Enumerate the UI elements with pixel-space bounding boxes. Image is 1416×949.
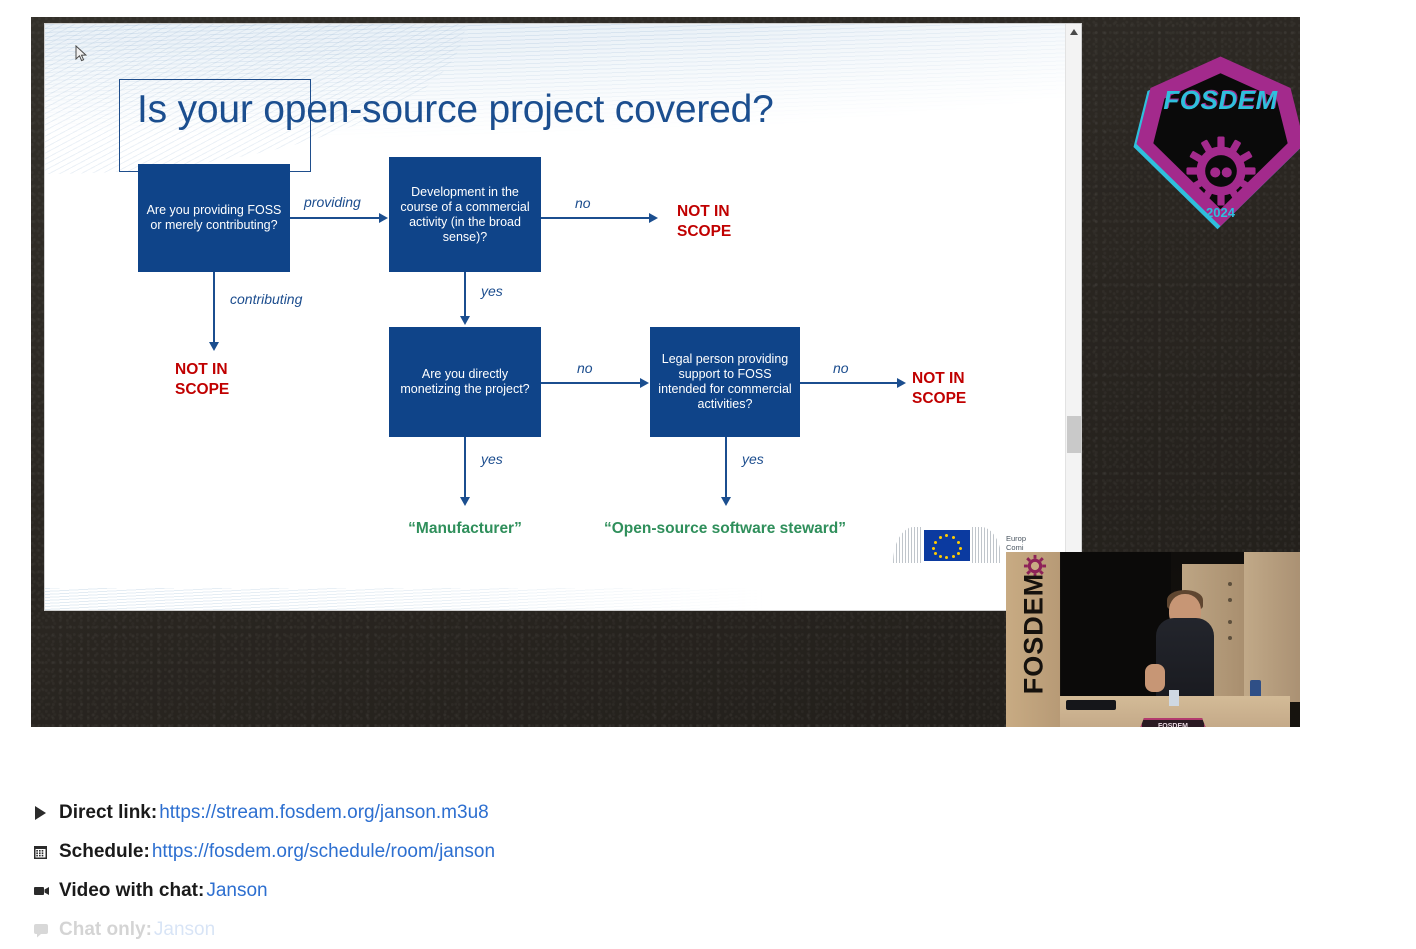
eu-logo-line-1: Europ <box>1006 534 1027 543</box>
edge-label-no-1: no <box>575 195 591 211</box>
slide-scrollbar[interactable] <box>1065 24 1081 610</box>
edge-label-no-2: no <box>577 360 593 376</box>
outcome-manufacturer: “Manufacturer” <box>408 520 522 537</box>
fosdem-badge-logo: FOSDEM 2024 <box>1133 53 1300 230</box>
outcome-not-in-scope-3: NOT IN SCOPE <box>912 369 1022 409</box>
outcome-not-in-scope-2: NOT IN SCOPE <box>677 202 787 242</box>
slide-title: Is your open-source project covered? <box>137 88 774 131</box>
arrow-contributing <box>213 272 215 345</box>
gear-icon <box>1185 135 1257 207</box>
link-separator-3: : <box>198 879 205 901</box>
eu-flag <box>924 530 970 561</box>
arrow-yes-3 <box>725 437 727 500</box>
eu-logo-fan-left <box>893 527 923 563</box>
slide-footer-decoration <box>45 588 765 610</box>
calendar-icon <box>33 844 59 860</box>
scrollbar-thumb[interactable] <box>1067 416 1081 453</box>
mouse-cursor <box>75 44 88 63</box>
arrow-yes-1-head <box>460 316 470 325</box>
arrow-no-2 <box>541 382 641 384</box>
eu-logo-text: Europ Comi <box>1006 534 1026 552</box>
link-label-chat-only: Chat only <box>59 918 146 940</box>
edge-label-contributing: contributing <box>230 291 303 307</box>
webcam-table-fosdem-logo: FOSDEM <box>1140 718 1206 727</box>
badge-fosdem-text: FOSDEM <box>1163 85 1278 115</box>
arrow-yes-3-head <box>721 497 731 506</box>
eu-logo-line-2: Comi <box>1006 543 1024 552</box>
link-separator-1: : <box>150 801 158 823</box>
flow-box-2-text: Development in the course of a commercia… <box>400 184 530 244</box>
link-url-schedule[interactable]: https://fosdem.org/schedule/room/janson <box>152 841 495 863</box>
webcam-cup <box>1169 690 1179 706</box>
outcome-steward: “Open-source software steward” <box>603 520 847 537</box>
outcome-not-in-scope-2-text: NOT IN SCOPE <box>677 203 732 240</box>
arrow-providing <box>290 217 380 219</box>
link-row-direct-link[interactable]: Direct link : https://stream.fosdem.org/… <box>33 793 1033 832</box>
slide-scroll-pane[interactable]: Is your open-source project covered? Are… <box>44 23 1082 611</box>
link-separator-2: : <box>143 840 150 862</box>
outcome-not-in-scope-1-text: NOT IN SCOPE <box>175 361 230 398</box>
arrow-no-1-head <box>649 213 658 223</box>
flow-box-commercial-activity: Development in the course of a commercia… <box>389 157 541 272</box>
play-icon <box>33 805 59 821</box>
link-row-video-with-chat[interactable]: Video with chat : Janson <box>33 871 1033 910</box>
webcam-speaker-arm <box>1145 664 1165 692</box>
outcome-not-in-scope-3-text: NOT IN SCOPE <box>912 370 967 407</box>
arrow-no-1 <box>541 217 651 219</box>
arrow-no-3 <box>800 382 899 384</box>
arrow-providing-head <box>379 213 388 223</box>
arrow-yes-2-head <box>460 497 470 506</box>
flow-box-3-text: Are you directly monetizing the project? <box>400 367 530 396</box>
edge-label-yes-2: yes <box>481 451 503 467</box>
link-label-video-with-chat: Video with chat <box>59 879 199 901</box>
video-camera-icon <box>33 883 59 899</box>
link-separator-4: : <box>145 918 152 940</box>
arrow-no-3-head <box>897 378 906 388</box>
edge-label-yes-3: yes <box>742 451 764 467</box>
edge-label-providing: providing <box>304 194 361 210</box>
flow-box-monetizing: Are you directly monetizing the project? <box>389 327 541 437</box>
video-player[interactable]: Is your open-source project covered? Are… <box>31 17 1300 727</box>
arrow-contributing-head <box>209 342 219 351</box>
link-label-direct-link: Direct link <box>59 801 151 823</box>
outcome-not-in-scope-1: NOT IN SCOPE <box>175 360 285 400</box>
presentation-slide: Is your open-source project covered? Are… <box>45 24 1081 610</box>
speaker-webcam-overlay[interactable]: FOSDEM FOSDEM <box>1006 552 1300 727</box>
flow-box-legal-person: Legal person providing support to FOSS i… <box>650 327 800 437</box>
flow-box-providing-foss: Are you providing FOSS or merely contrib… <box>138 164 290 272</box>
edge-label-yes-1: yes <box>481 283 503 299</box>
link-url-video-with-chat[interactable]: Janson <box>206 880 267 902</box>
flow-box-4-text: Legal person providing support to FOSS i… <box>658 352 792 411</box>
webcam-fosdem-banner: FOSDEM <box>1006 552 1060 727</box>
edge-label-no-3: no <box>833 360 849 376</box>
webcam-banner-text: FOSDEM <box>1018 572 1049 695</box>
link-row-chat-only[interactable]: Chat only : Janson <box>33 910 1033 949</box>
arrow-yes-1 <box>464 272 466 319</box>
link-url-direct-link[interactable]: https://stream.fosdem.org/janson.m3u8 <box>159 802 489 824</box>
link-row-schedule[interactable]: Schedule : https://fosdem.org/schedule/r… <box>33 832 1033 871</box>
link-label-schedule: Schedule <box>59 840 144 862</box>
arrow-yes-2 <box>464 437 466 500</box>
flow-box-1-text: Are you providing FOSS or merely contrib… <box>146 203 282 232</box>
arrow-no-2-head <box>640 378 649 388</box>
chat-icon <box>33 922 59 938</box>
link-url-chat-only[interactable]: Janson <box>154 919 215 941</box>
webcam-laptop <box>1066 700 1116 710</box>
eu-logo-fan-right <box>972 527 1002 563</box>
stream-links-list: Direct link : https://stream.fosdem.org/… <box>33 793 1033 949</box>
scroll-up-arrow-icon[interactable] <box>1066 24 1081 40</box>
badge-year-text: 2024 <box>1206 205 1235 220</box>
